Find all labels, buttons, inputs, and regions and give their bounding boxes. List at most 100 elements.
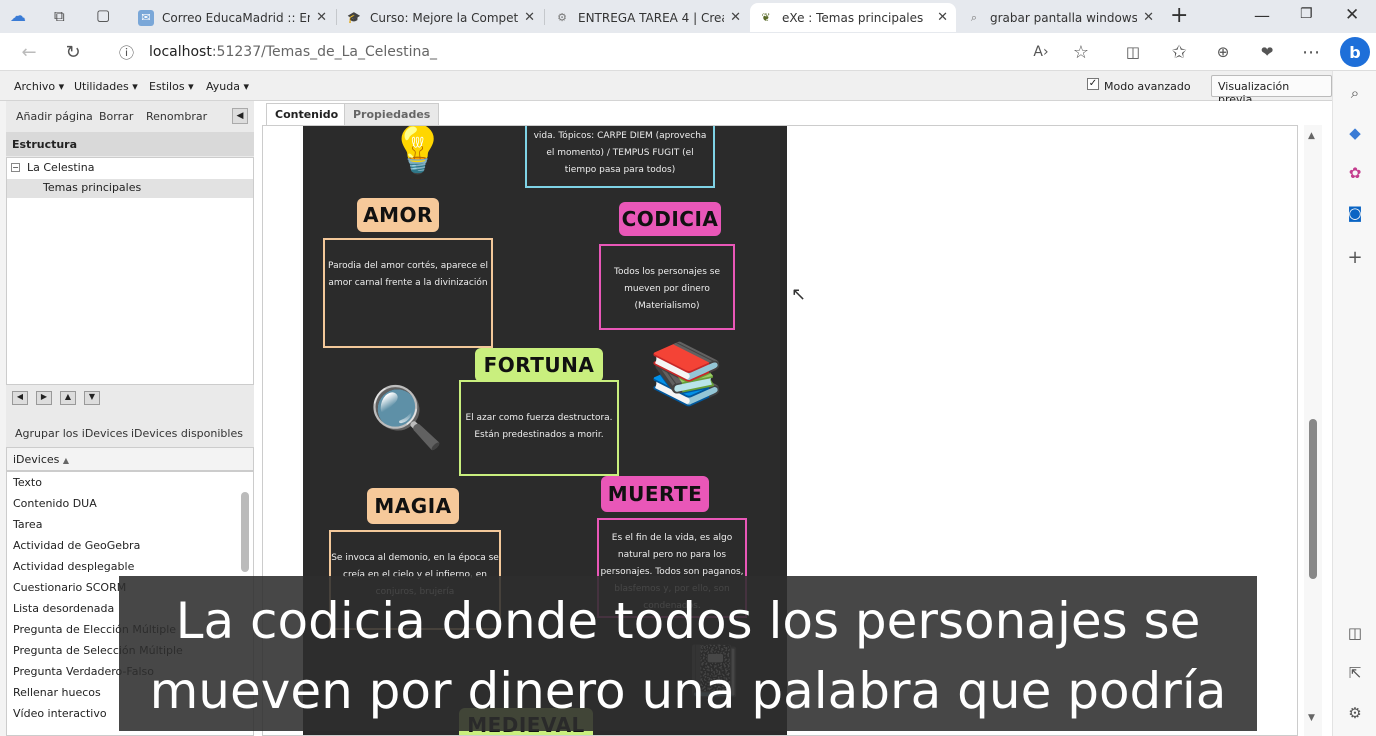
site-info-icon[interactable]: ⓘ xyxy=(119,42,134,63)
collections-toolbar-icon[interactable]: ⊕ xyxy=(1212,41,1234,63)
url-field[interactable]: ⓘ localhost:51237/Temas_de_La_Celestina_ xyxy=(105,38,1105,66)
advanced-mode-label: Modo avanzado xyxy=(1104,80,1191,93)
scroll-up-icon[interactable]: ▲ xyxy=(1308,131,1315,141)
workspaces-icon[interactable]: ☁ xyxy=(10,6,34,26)
more-menu-icon[interactable]: ⋯ xyxy=(1300,41,1322,63)
new-tab-button[interactable]: + xyxy=(1170,3,1188,28)
gear-icon: ⚙ xyxy=(557,11,567,24)
browser-tab-strip: ☁ ⧉ ▢ ✉ Correo EducaMadrid :: Ent ✕ 🎓 Cu… xyxy=(0,0,1376,33)
tab-title: eXe : Temas principales xyxy=(782,10,924,25)
available-idevices-tab[interactable]: iDevices disponibles xyxy=(131,427,243,440)
tab-title: Curso: Mejore la Compete xyxy=(370,10,519,25)
scroll-down-icon[interactable]: ▼ xyxy=(1308,713,1315,723)
tab-title: grabar pantalla windows 1 xyxy=(990,10,1138,25)
section-title-codicia: CODICIA xyxy=(619,202,721,236)
browser-tab-1[interactable]: ✉ Correo EducaMadrid :: Ent ✕ xyxy=(130,3,335,32)
tab-actions-icon[interactable]: ▢ xyxy=(96,6,114,24)
advanced-mode-checkbox[interactable]: ✓ xyxy=(1087,78,1099,90)
graduation-cap-icon: 🎓 xyxy=(347,11,361,24)
close-tab-icon[interactable]: ✕ xyxy=(1143,10,1154,25)
delete-page-button[interactable]: Borrar xyxy=(99,110,133,123)
scroll-thumb[interactable] xyxy=(1309,419,1317,579)
idevice-item[interactable]: Tarea xyxy=(7,514,253,535)
idevices-column-header[interactable]: iDevices ▲ xyxy=(6,447,254,471)
url-host: localhost xyxy=(149,44,212,60)
settings-gear-icon[interactable]: ⚙ xyxy=(1345,703,1365,723)
add-sidebar-app-icon[interactable]: + xyxy=(1345,247,1365,268)
back-arrow-icon[interactable]: ← xyxy=(18,41,40,63)
tab-contenido[interactable]: Contenido xyxy=(266,103,348,125)
search-icon: ⌕ xyxy=(970,10,978,24)
split-screen-icon[interactable]: ◫ xyxy=(1122,41,1144,63)
add-page-button[interactable]: Añadir página xyxy=(16,110,93,123)
search-icon[interactable]: ⌕ xyxy=(1345,83,1365,103)
close-tab-icon[interactable]: ✕ xyxy=(730,10,741,25)
structure-header: Estructura xyxy=(6,132,254,156)
caption-line-1: La codicia donde todos los personajes se xyxy=(175,592,1201,650)
extensions-icon[interactable]: ❤ xyxy=(1256,41,1278,63)
browser-tab-4[interactable]: ❦ eXe : Temas principales ✕ xyxy=(750,3,956,32)
menu-utilidades[interactable]: Utilidades ▾ xyxy=(74,80,138,93)
video-caption-overlay: La codicia donde todos los personajes se… xyxy=(119,576,1257,731)
close-tab-icon[interactable]: ✕ xyxy=(316,10,327,25)
tab-title: ENTREGA TAREA 4 | Creac xyxy=(578,10,725,25)
idevice-item[interactable]: Texto xyxy=(7,472,253,493)
address-bar: ← ↻ ⓘ localhost:51237/Temas_de_La_Celest… xyxy=(0,33,1376,71)
menu-archivo[interactable]: Archivo ▾ xyxy=(14,80,64,93)
office-icon[interactable]: ✿ xyxy=(1345,163,1365,183)
close-tab-icon[interactable]: ✕ xyxy=(937,10,948,25)
move-up-icon[interactable]: ▲ xyxy=(60,391,76,405)
idevice-item[interactable]: Actividad de GeoGebra xyxy=(7,535,253,556)
browser-tab-5[interactable]: ⌕ grabar pantalla windows 1 ✕ xyxy=(958,3,1162,32)
bing-copilot-icon[interactable]: b xyxy=(1340,37,1370,67)
app-menubar: Archivo ▾ Utilidades ▾ Estilos ▾ Ayuda ▾… xyxy=(0,71,1332,106)
favorite-star-icon[interactable]: ☆ xyxy=(1070,41,1092,63)
move-down-level-icon[interactable]: ▶ xyxy=(36,391,52,405)
section-title-muerte: MUERTE xyxy=(601,476,709,512)
browser-tab-3[interactable]: ⚙ ENTREGA TAREA 4 | Creac ✕ xyxy=(546,3,749,32)
content-scrollbar[interactable]: ▲ ▼ xyxy=(1304,125,1322,736)
section-title-magia: MAGIA xyxy=(367,488,459,524)
sidebar-panel-icon[interactable]: ◫ xyxy=(1345,623,1365,643)
open-external-icon[interactable]: ⇱ xyxy=(1345,663,1365,683)
magnifier-icon: 🔍 xyxy=(369,383,444,453)
idevices-scrollbar[interactable] xyxy=(241,492,249,572)
section-title-amor: AMOR xyxy=(357,198,439,232)
tree-collapse-icon[interactable]: − xyxy=(11,163,20,172)
menu-estilos[interactable]: Estilos ▾ xyxy=(149,80,194,93)
tab-title: Correo EducaMadrid :: Ent xyxy=(162,10,311,25)
browser-tab-2[interactable]: 🎓 Curso: Mejore la Compete ✕ xyxy=(338,3,543,32)
collapse-panel-icon[interactable]: ◀ xyxy=(232,108,248,124)
tab-propiedades[interactable]: Propiedades xyxy=(344,103,440,125)
minimize-icon[interactable]: — xyxy=(1254,6,1270,25)
group-idevices-tab[interactable]: Agrupar los iDevices xyxy=(15,427,128,440)
preview-button[interactable]: Visualización previa xyxy=(1211,75,1332,106)
edge-sidebar: ⌕ ◆ ✿ ◙ + ◫ ⇱ ⚙ xyxy=(1332,71,1376,736)
read-aloud-icon[interactable]: A› xyxy=(1030,41,1052,63)
move-down-icon[interactable]: ▼ xyxy=(84,391,100,405)
tree-node-root[interactable]: La Celestina xyxy=(27,161,94,174)
exe-logo-icon: ❦ xyxy=(761,11,771,24)
idevice-item[interactable]: Contenido DUA xyxy=(7,493,253,514)
caption-line-2: mueven por dinero una palabra que podría xyxy=(149,662,1227,720)
favorites-icon[interactable]: ✩ xyxy=(1168,41,1190,63)
outlook-icon[interactable]: ◙ xyxy=(1345,203,1365,223)
books-icon: 📚 xyxy=(649,339,724,409)
shopping-tag-icon[interactable]: ◆ xyxy=(1345,123,1365,143)
mouse-cursor-icon: ↖ xyxy=(791,284,807,305)
refresh-icon[interactable]: ↻ xyxy=(62,41,84,63)
sort-asc-icon: ▲ xyxy=(62,456,70,465)
restore-icon[interactable]: ❐ xyxy=(1300,6,1313,22)
move-up-level-icon[interactable]: ◀ xyxy=(12,391,28,405)
tree-node-child[interactable]: Temas principales xyxy=(43,181,141,194)
section-box-codicia: Todos los personajes se mueven por diner… xyxy=(599,244,735,330)
close-window-icon[interactable]: ✕ xyxy=(1345,5,1359,25)
rename-page-button[interactable]: Renombrar xyxy=(146,110,207,123)
menu-ayuda[interactable]: Ayuda ▾ xyxy=(206,80,249,93)
section-title-fortuna: FORTUNA xyxy=(475,348,603,382)
url-path: :51237/Temas_de_La_Celestina_ xyxy=(211,44,438,60)
outline-tree: − La Celestina Temas principales xyxy=(6,157,254,385)
collections-icon[interactable]: ⧉ xyxy=(54,7,72,25)
idevice-item[interactable]: Actividad desplegable xyxy=(7,556,253,577)
close-tab-icon[interactable]: ✕ xyxy=(524,10,535,25)
